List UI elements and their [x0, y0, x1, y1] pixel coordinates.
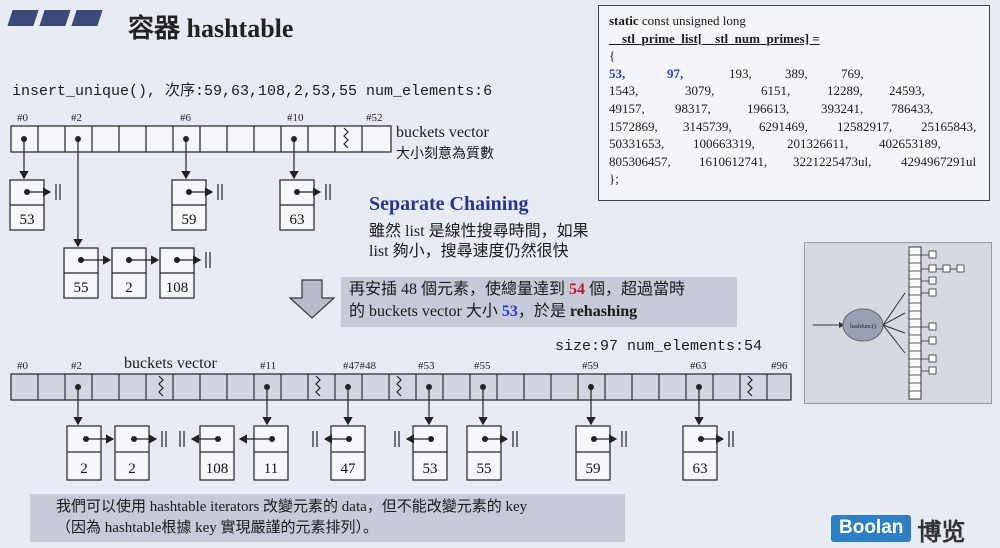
bucket-index-label: #2 — [71, 112, 82, 124]
bucket-index-label: #0 — [17, 112, 29, 124]
hashtable-diagram: #0 #2 #6 #10 #52 53 59 63 55 2 108 #0 #2… — [9, 112, 792, 481]
node-value: 2 — [80, 461, 88, 477]
node-value: 2 — [128, 461, 136, 477]
footer-line-1: 我們可以使用 hashtable iterators 改變元素的 data，但不… — [56, 499, 528, 515]
bucket-index-label: #52 — [366, 112, 383, 124]
brand-logo-en: Boolan — [831, 515, 912, 543]
bucket-index-label: #53 — [418, 360, 435, 372]
node-value: 59 — [586, 461, 601, 477]
brand-logo: Boolan 博览 — [831, 512, 965, 546]
top-buckets-vector — [10, 125, 392, 153]
node-value: 53 — [423, 461, 438, 477]
node-value: 55 — [477, 461, 492, 477]
node-value: 55 — [74, 280, 89, 296]
bucket-index-label: #55 — [474, 360, 491, 372]
footer-note-box: 我們可以使用 hashtable iterators 改變元素的 data，但不… — [30, 494, 625, 542]
bucket-index-label: #0 — [17, 360, 29, 372]
node-value: 53 — [20, 212, 35, 228]
rehash-down-arrow-icon — [288, 279, 336, 319]
node-value: 108 — [166, 280, 189, 296]
node-value: 2 — [125, 280, 133, 296]
bucket-index-label: #63 — [690, 360, 707, 372]
brand-logo-cn: 博览 — [917, 520, 966, 546]
node-value: 59 — [182, 212, 197, 228]
node-value: 11 — [264, 461, 278, 477]
node-value: 63 — [290, 212, 305, 228]
bucket-index-label: #47#48 — [343, 360, 377, 372]
footer-line-2: （因為 hashtable根據 key 實現嚴謹的元素排列）。 — [56, 520, 379, 536]
bucket-index-label: #96 — [771, 360, 788, 372]
node-value: 108 — [206, 461, 229, 477]
node-value: 63 — [693, 461, 708, 477]
node-value: 47 — [341, 461, 357, 477]
bucket-index-label: #2 — [71, 360, 82, 372]
bucket-index-label: #10 — [287, 112, 304, 124]
bucket-index-label: #59 — [582, 360, 599, 372]
bucket-index-label: #6 — [180, 112, 192, 124]
bottom-buckets-vector — [10, 373, 792, 401]
bucket-index-label: #11 — [260, 360, 276, 372]
